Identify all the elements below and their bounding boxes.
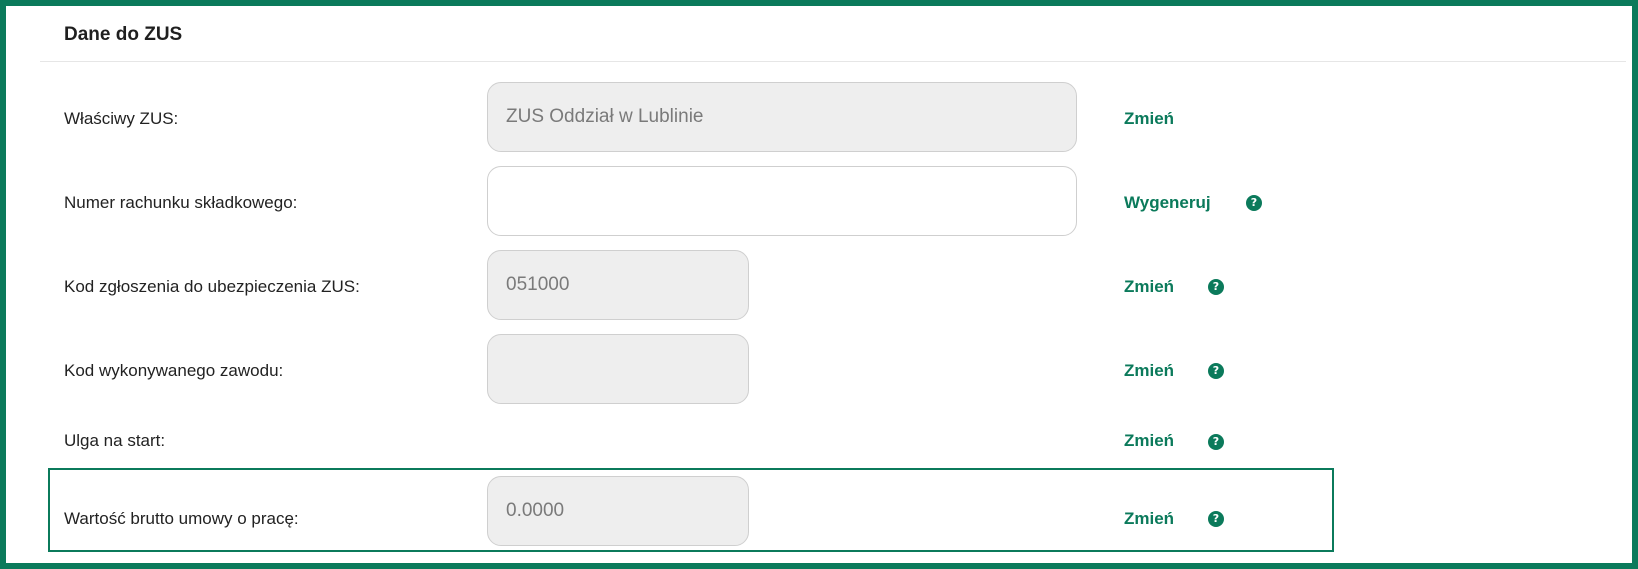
field-label-occupation-code: Kod wykonywanego zawodu: bbox=[64, 361, 284, 380]
change-registration-code-button[interactable]: Zmień bbox=[1124, 277, 1174, 297]
help-icon[interactable]: ? bbox=[1208, 434, 1224, 450]
field-label-start-relief: Ulga na start: bbox=[64, 431, 166, 450]
field-label-gross-contract-value: Wartość brutto umowy o pracę: bbox=[64, 509, 299, 528]
help-icon[interactable]: ? bbox=[1208, 511, 1224, 527]
change-occupation-code-button[interactable]: Zmień bbox=[1124, 361, 1174, 381]
help-icon[interactable]: ? bbox=[1246, 195, 1262, 211]
occupation-code-field[interactable] bbox=[487, 334, 749, 404]
zus-office-field[interactable] bbox=[487, 82, 1077, 152]
help-icon[interactable]: ? bbox=[1208, 363, 1224, 379]
contribution-account-field[interactable] bbox=[487, 166, 1077, 236]
field-label-contribution-account: Numer rachunku składkowego: bbox=[64, 193, 298, 212]
help-icon[interactable]: ? bbox=[1208, 279, 1224, 295]
zus-data-panel: Dane do ZUS Właściwy ZUS: Zmień Numer ra… bbox=[0, 0, 1638, 569]
change-zus-office-button[interactable]: Zmień bbox=[1124, 109, 1174, 129]
field-label-zus-office: Właściwy ZUS: bbox=[64, 109, 179, 128]
change-start-relief-button[interactable]: Zmień bbox=[1124, 431, 1174, 451]
registration-code-field[interactable] bbox=[487, 250, 749, 320]
header-divider bbox=[40, 61, 1626, 62]
generate-account-button[interactable]: Wygeneruj bbox=[1124, 193, 1211, 213]
field-label-registration-code: Kod zgłoszenia do ubezpieczenia ZUS: bbox=[64, 277, 360, 296]
change-gross-contract-value-button[interactable]: Zmień bbox=[1124, 509, 1174, 529]
gross-contract-value-field[interactable] bbox=[487, 476, 749, 546]
section-title: Dane do ZUS bbox=[64, 24, 183, 45]
